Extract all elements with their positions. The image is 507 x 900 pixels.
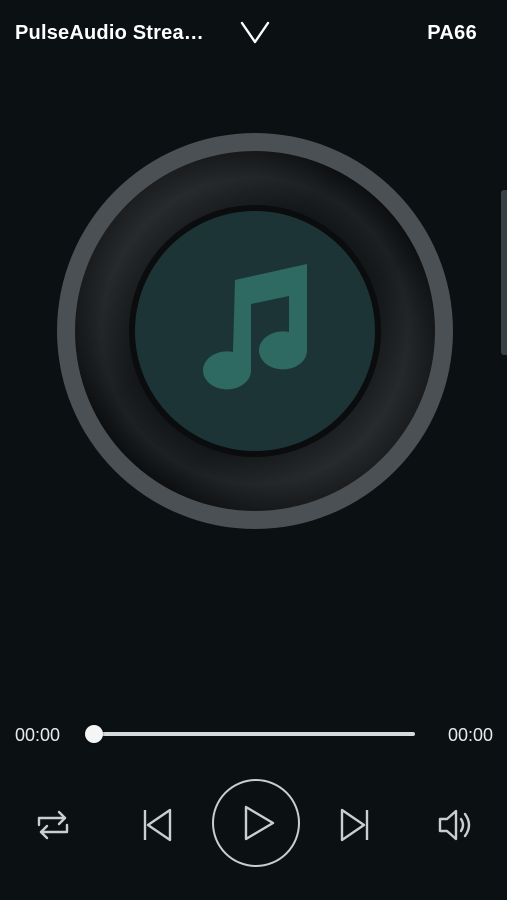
next-button[interactable] bbox=[338, 805, 372, 845]
stream-title: PulseAudio Strea… bbox=[15, 22, 204, 44]
seek-bar-row: 00:00 00:00 bbox=[0, 715, 507, 755]
play-icon bbox=[212, 779, 300, 867]
collapse-button[interactable] bbox=[237, 18, 273, 48]
seek-track[interactable] bbox=[94, 732, 415, 736]
vinyl-disc bbox=[57, 133, 453, 529]
playback-controls bbox=[0, 775, 507, 875]
chevron-down-icon bbox=[240, 21, 270, 44]
elapsed-time: 00:00 bbox=[15, 725, 61, 745]
output-device-name[interactable]: PA66 bbox=[427, 22, 477, 45]
play-button[interactable] bbox=[211, 777, 301, 869]
repeat-button[interactable] bbox=[33, 807, 73, 843]
skip-previous-icon bbox=[143, 808, 172, 842]
side-panel-handle[interactable] bbox=[501, 190, 507, 355]
album-artwork bbox=[57, 128, 453, 534]
total-time: 00:00 bbox=[447, 725, 493, 745]
volume-button[interactable] bbox=[436, 805, 476, 845]
previous-button[interactable] bbox=[140, 805, 174, 845]
repeat-icon bbox=[37, 810, 69, 840]
volume-icon bbox=[438, 809, 471, 841]
skip-next-icon bbox=[340, 808, 369, 842]
seek-thumb[interactable] bbox=[85, 725, 103, 743]
now-playing-header: PulseAudio Strea… PA66 bbox=[0, 0, 507, 70]
